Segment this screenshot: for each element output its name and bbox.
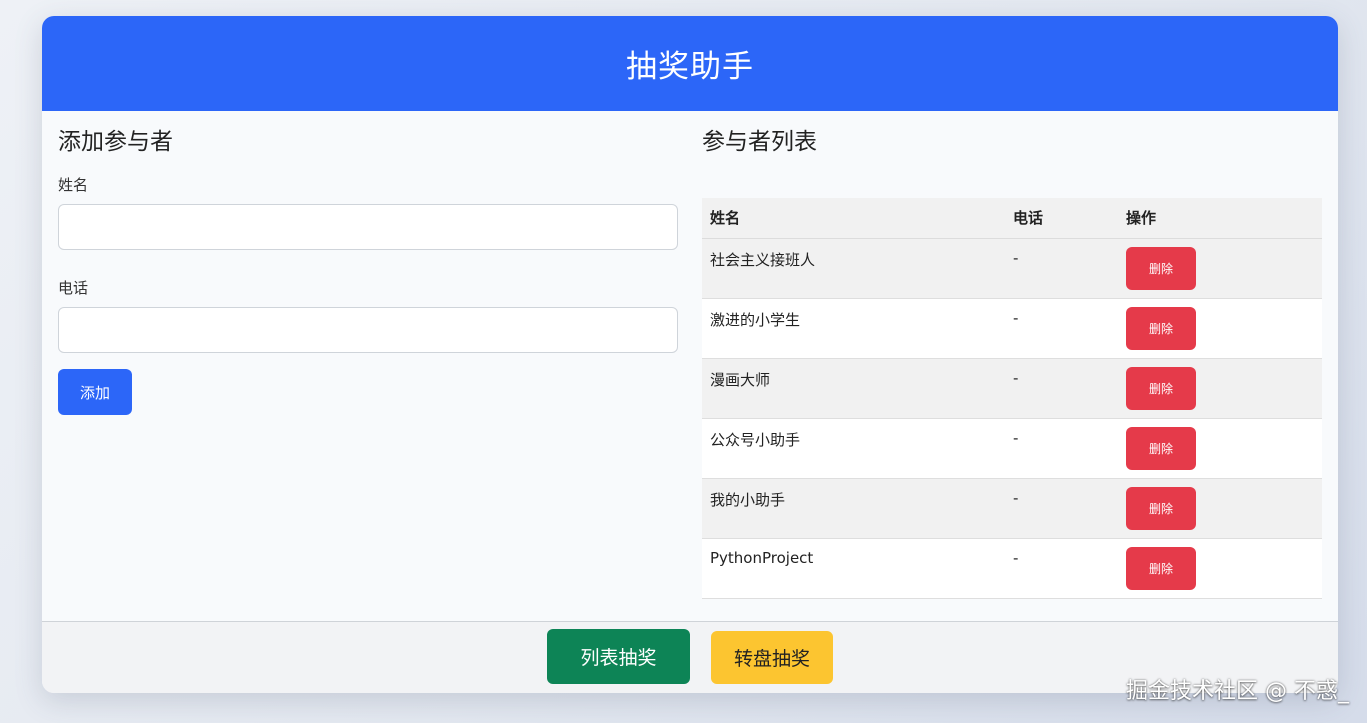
delete-button[interactable]: 删除 [1126, 366, 1196, 410]
phone-input[interactable] [58, 307, 678, 353]
phone-label: 电话 [58, 279, 89, 297]
column-header-phone: 电话 [1005, 198, 1118, 239]
participant-phone: - [1005, 478, 1118, 539]
participant-name: 社会主义接班人 [702, 238, 1005, 299]
name-label: 姓名 [58, 176, 89, 194]
participant-name: 我的小助手 [702, 478, 1005, 539]
delete-button[interactable]: 删除 [1126, 246, 1196, 290]
participant-name: 激进的小学生 [702, 298, 1005, 359]
wheel-draw-button[interactable]: 转盘抽奖 [711, 631, 833, 684]
app-header: 抽奖助手 [42, 16, 1338, 111]
delete-button[interactable]: 删除 [1126, 486, 1196, 530]
participant-name: 公众号小助手 [702, 418, 1005, 479]
participant-phone: - [1005, 238, 1118, 299]
name-input[interactable] [58, 204, 678, 250]
participant-phone: - [1005, 298, 1118, 359]
participant-phone: - [1005, 418, 1118, 479]
participant-phone: - [1005, 538, 1118, 599]
delete-button[interactable]: 删除 [1126, 426, 1196, 470]
add-button[interactable]: 添加 [58, 369, 132, 415]
table-row: PythonProject - 删除 [702, 538, 1322, 599]
participant-table: 姓名 电话 操作 社会主义接班人 - 删除 激进的小学生 - 删除 漫画大师 -… [702, 198, 1322, 599]
add-participant-panel: 添加参与者 姓名 电话 添加 [58, 126, 678, 415]
table-row: 社会主义接班人 - 删除 [702, 238, 1322, 299]
table-row: 公众号小助手 - 删除 [702, 418, 1322, 479]
app-title: 抽奖助手 [626, 49, 754, 85]
table-row: 我的小助手 - 删除 [702, 478, 1322, 539]
column-header-action: 操作 [1118, 198, 1322, 239]
participant-list-panel: 参与者列表 姓名 电话 操作 社会主义接班人 - 删除 激进的小学生 - 删除 [702, 126, 1322, 599]
delete-button[interactable]: 删除 [1126, 546, 1196, 590]
table-row: 激进的小学生 - 删除 [702, 298, 1322, 359]
participant-phone: - [1005, 358, 1118, 419]
column-header-name: 姓名 [702, 198, 1005, 239]
participant-name: PythonProject [702, 538, 1005, 599]
table-row: 漫画大师 - 删除 [702, 358, 1322, 419]
delete-button[interactable]: 删除 [1126, 306, 1196, 350]
watermark-text: 掘金技术社区 @ 不惑_ [1126, 679, 1349, 704]
participant-name: 漫画大师 [702, 358, 1005, 419]
participant-list-title: 参与者列表 [702, 129, 817, 155]
table-header-row: 姓名 电话 操作 [702, 198, 1322, 239]
list-draw-button[interactable]: 列表抽奖 [547, 629, 690, 684]
add-participant-title: 添加参与者 [58, 129, 173, 155]
app-card: 抽奖助手 添加参与者 姓名 电话 添加 参与者列表 姓名 电话 操作 社会主义接… [42, 16, 1338, 693]
